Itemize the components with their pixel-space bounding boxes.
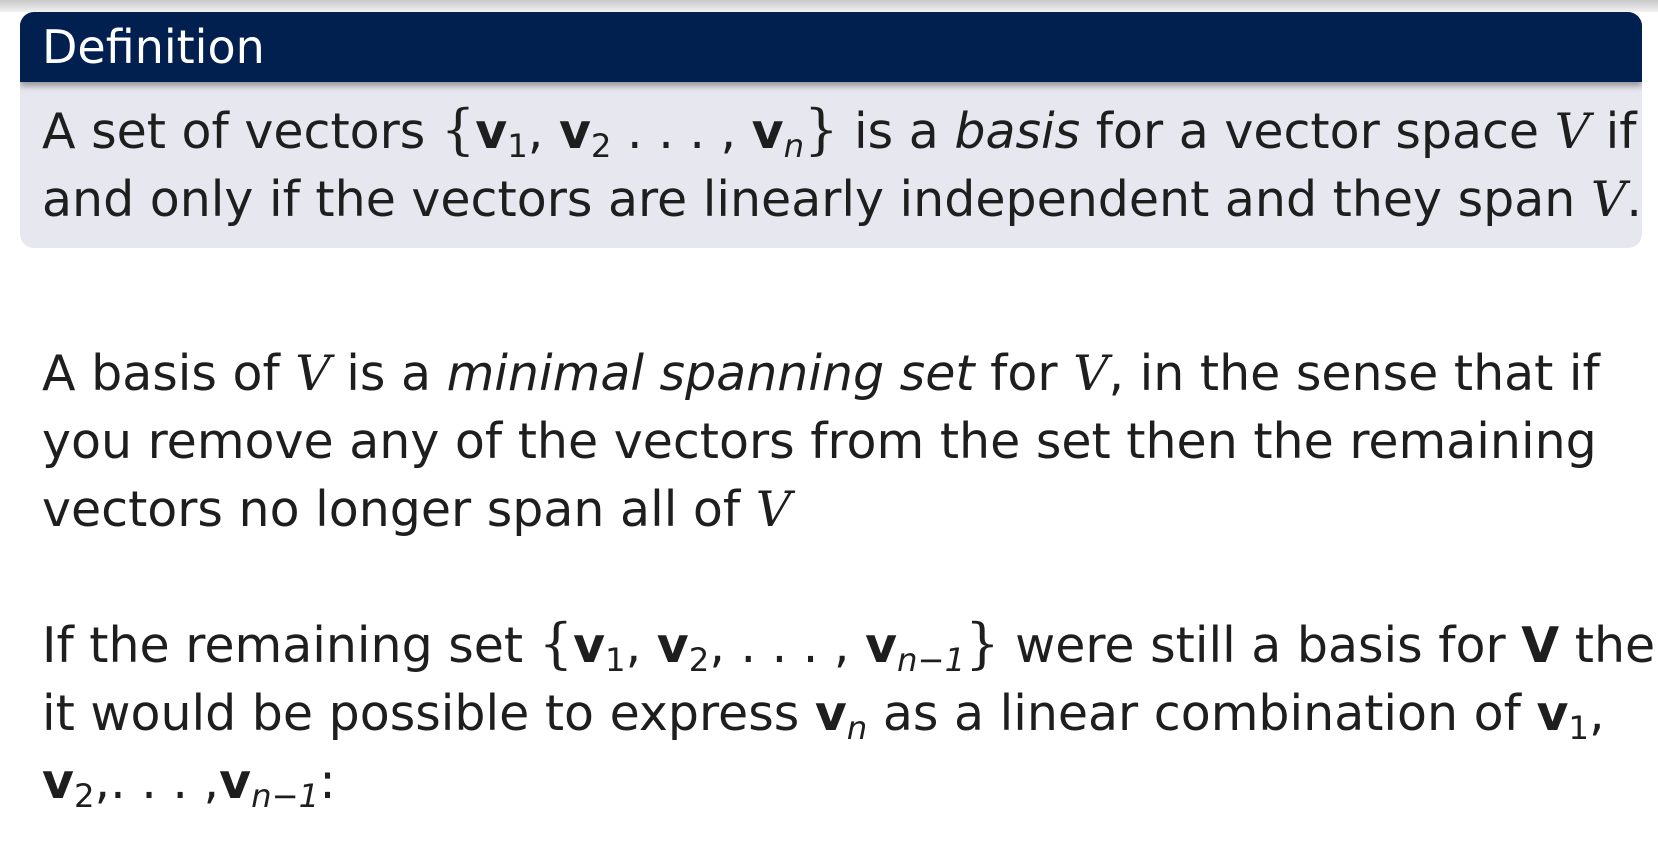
definition-block: Definition A set of vectors {v1, v2 . . … (20, 12, 1642, 248)
definition-line-2: and only if the vectors are linearly ind… (42, 166, 1642, 234)
space-symbol: V (295, 345, 331, 402)
para2-line-2: it would be possible to express vn as a … (42, 680, 1658, 748)
subscript: n (846, 709, 868, 748)
subscript: n−1 (897, 641, 966, 680)
definition-body: A set of vectors {v1, v2 . . . , vn} is … (20, 82, 1642, 234)
vector-v: v (751, 103, 784, 160)
space-symbol: V (1590, 171, 1627, 228)
text: ,. . . , (94, 753, 220, 810)
text: , (527, 103, 559, 160)
text: if (1590, 103, 1637, 160)
text: A set of vectors (42, 103, 441, 160)
para1-line-1: A basis of V is a minimal spanning set f… (42, 340, 1600, 408)
text: , (625, 617, 657, 674)
vector-v: v (42, 753, 74, 810)
vector-v: v (219, 753, 252, 810)
close-brace: } (965, 612, 1000, 675)
text: , . . . , (709, 617, 866, 674)
text: , (1589, 685, 1605, 742)
text: for a vector space (1080, 103, 1555, 160)
text: If the remaining set (42, 617, 539, 674)
close-brace: } (804, 98, 839, 161)
subscript: 2 (73, 777, 95, 816)
space-symbol: V (1073, 345, 1109, 402)
text: it would be possible to express (42, 685, 815, 742)
definition-line-1: A set of vectors {v1, v2 . . . , vn} is … (42, 96, 1636, 166)
emphasis-basis: basis (954, 103, 1081, 160)
subscript: 2 (688, 641, 710, 680)
open-brace: { (538, 612, 574, 675)
vector-v: v (475, 103, 508, 160)
para2-line-1: If the remaining set {v1, v2, . . . , vn… (42, 610, 1658, 680)
text: : (319, 753, 336, 810)
vector-v: v (1536, 685, 1569, 742)
text: for (974, 345, 1074, 402)
text: is a (838, 103, 955, 160)
open-brace: { (440, 98, 476, 161)
subscript: 2 (590, 127, 612, 166)
text: is a (330, 345, 447, 402)
vector-v: v (558, 103, 591, 160)
para1-line-3: vectors no longer span all of V (42, 476, 1600, 544)
space-symbol: V (755, 481, 792, 538)
text: A basis of (42, 345, 296, 402)
text: vectors no longer span all of (42, 481, 756, 538)
text: . (1626, 171, 1642, 228)
subscript: n−1 (251, 777, 320, 816)
text: were still a basis for (999, 617, 1522, 674)
top-shadow (0, 0, 1658, 12)
emphasis-minimal-spanning-set: minimal spanning set (446, 345, 975, 402)
vector-v: v (814, 685, 847, 742)
vector-v: v (656, 617, 689, 674)
subscript: 1 (605, 641, 626, 680)
subscript: 1 (507, 127, 528, 166)
para2-line-3: v2,. . . ,vn−1: (42, 748, 1658, 816)
vector-v: v (573, 617, 606, 674)
text: . . . , (611, 103, 752, 160)
paragraph-minimal-spanning: A basis of V is a minimal spanning set f… (42, 340, 1600, 544)
space-symbol: V (1554, 103, 1591, 160)
subscript: 1 (1568, 709, 1589, 748)
paragraph-remaining-set: If the remaining set {v1, v2, . . . , vn… (42, 610, 1658, 816)
text: then (1574, 617, 1658, 674)
text: and only if the vectors are linearly ind… (42, 171, 1591, 228)
vector-v: v (865, 617, 898, 674)
subscript: n (783, 127, 805, 166)
definition-heading: Definition (20, 12, 1642, 82)
para1-line-2: you remove any of the vectors from the s… (42, 413, 1597, 470)
text: , in the sense that if (1108, 345, 1600, 402)
bold-V: V (1521, 617, 1560, 674)
text: as a linear combination of (867, 685, 1537, 742)
